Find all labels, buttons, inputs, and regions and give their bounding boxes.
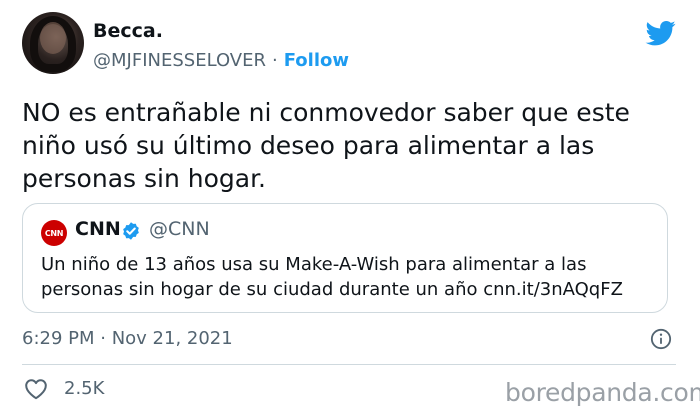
- cnn-logo-icon: CNN: [41, 220, 67, 246]
- author-avatar[interactable]: [22, 12, 84, 74]
- info-icon[interactable]: [650, 328, 672, 350]
- author-handle-row: @MJFINESSELOVER · Follow: [93, 50, 349, 71]
- separator-dot: ·: [272, 50, 278, 71]
- quoted-author-name: CNN: [75, 218, 121, 240]
- author-handle[interactable]: @MJFINESSELOVER: [93, 50, 266, 71]
- author-name[interactable]: Becca.: [93, 20, 163, 42]
- verified-badge-icon: [123, 222, 139, 240]
- follow-button[interactable]: Follow: [284, 50, 349, 71]
- quoted-author-handle: @CNN: [149, 218, 210, 240]
- heart-icon[interactable]: [24, 378, 48, 400]
- divider: [22, 364, 676, 365]
- boredpanda-watermark: boredpanda.com: [505, 378, 700, 407]
- like-count[interactable]: 2.5K: [64, 378, 104, 399]
- quoted-tweet[interactable]: CNN CNN @CNN Un niño de 13 años usa su M…: [22, 203, 668, 313]
- avatar-face: [40, 22, 66, 54]
- quoted-tweet-text: Un niño de 13 años usa su Make-A-Wish pa…: [41, 254, 623, 300]
- tweet-text: NO es entrañable ni conmovedor saber que…: [22, 98, 630, 193]
- tweet-timestamp[interactable]: 6:29 PM · Nov 21, 2021: [22, 328, 233, 349]
- twitter-bird-icon[interactable]: [644, 18, 678, 48]
